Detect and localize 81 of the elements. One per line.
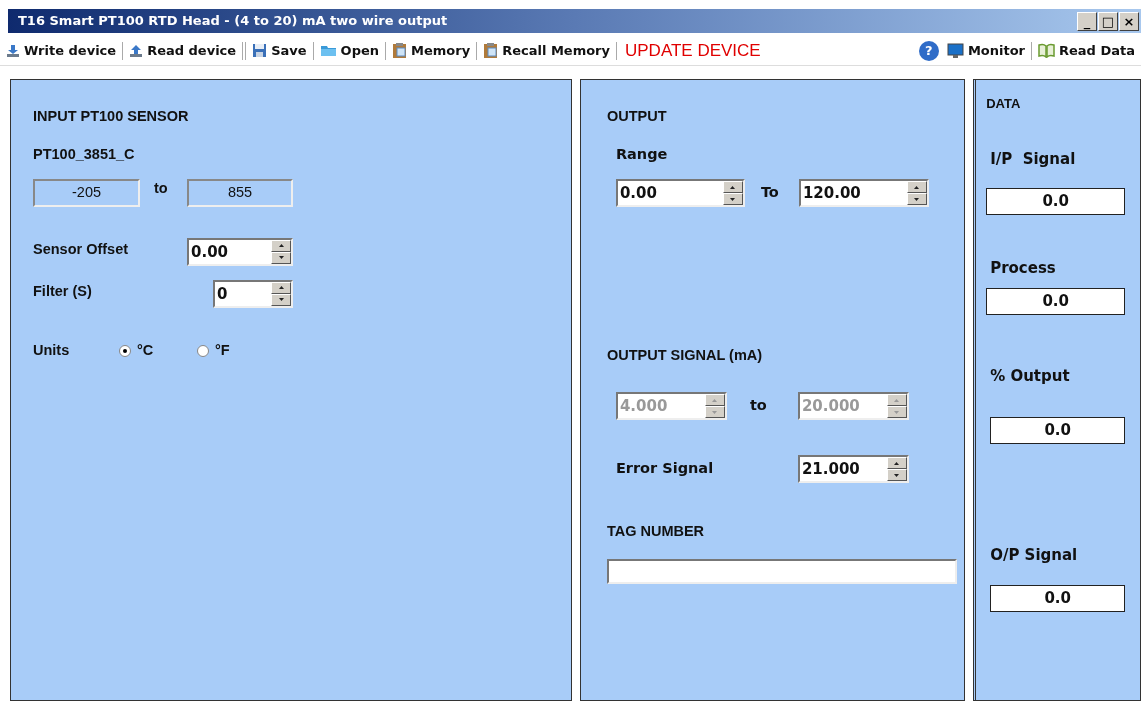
book-icon [1038, 43, 1055, 58]
toolbar-button[interactable]: Recall Memory [483, 40, 610, 61]
spin-arrow-button[interactable] [886, 469, 907, 481]
filter-spinner[interactable]: 0 [213, 279, 293, 308]
clipboard-icon [392, 42, 407, 59]
to-label: To [760, 183, 780, 203]
section-heading: INPUT PT100 SENSOR [33, 107, 189, 126]
reading-label: I/P Signal [990, 148, 1076, 170]
section-heading: OUTPUT SIGNAL (mA) [606, 346, 763, 365]
folder-icon [319, 44, 337, 57]
toolbar-button[interactable]: Read device [129, 40, 237, 61]
up-arrow-icon [730, 185, 736, 189]
down-arrow-icon [894, 473, 900, 477]
up-arrow-icon [914, 185, 920, 189]
up-arrow-icon [278, 286, 284, 290]
toolbar-button[interactable]: Save [252, 40, 307, 61]
section-heading: OUTPUT [606, 107, 667, 126]
upload-icon [129, 43, 144, 58]
toolbar-button[interactable]: Memory [392, 40, 471, 61]
spin-arrow-button[interactable] [271, 281, 291, 294]
clipboard-icon [483, 42, 499, 59]
reading-value: 0.0 [986, 188, 1126, 215]
window-control-button[interactable]: □ [1098, 11, 1118, 31]
sensor-offset-label: Sensor Offset [33, 239, 130, 259]
download-icon [6, 43, 20, 58]
range-low-box: -205 [33, 178, 140, 207]
down-arrow-icon [914, 197, 920, 201]
up-arrow-icon [278, 244, 284, 248]
spin-arrow-button[interactable] [906, 193, 927, 205]
sensor-offset-spinner[interactable]: 0.00 [187, 237, 293, 266]
filter-label: Filter (S) [33, 281, 93, 301]
reading-value: 0.0 [990, 584, 1126, 612]
tag-number-field[interactable] [606, 559, 957, 584]
reading-label: O/P Signal [990, 545, 1078, 566]
up-arrow-icon [894, 398, 900, 402]
down-arrow-icon [730, 197, 736, 201]
section-heading: DATA [986, 95, 1021, 113]
spin-arrow-button[interactable] [271, 239, 291, 252]
error-signal-spinner[interactable]: 21.000 [797, 455, 909, 483]
toolbar-button[interactable]: Open [319, 40, 379, 61]
reading-value: 0.0 [990, 417, 1126, 444]
spin-arrow-button[interactable] [704, 394, 725, 406]
units-label: Units [33, 340, 71, 360]
radio-button[interactable] [119, 344, 131, 357]
sensor-type: PT100_3851_C [33, 145, 135, 164]
reading-label: % Output [990, 365, 1070, 387]
toolbar-button[interactable]: Read Data [1038, 40, 1135, 61]
update-device-button[interactable]: UPDATE DEVICE [625, 37, 761, 64]
reading-value: 0.0 [986, 287, 1126, 315]
range-low-spinner[interactable]: 0.00 [615, 179, 745, 207]
help-button[interactable]: ? [918, 40, 939, 61]
down-arrow-icon [278, 298, 284, 302]
spin-arrow-button[interactable] [886, 457, 907, 469]
to-label: to [154, 179, 169, 198]
radio-option[interactable]: °F [197, 339, 230, 362]
error-signal-label: Error Signal [615, 459, 715, 479]
toolbar-button[interactable]: Write device [6, 40, 117, 61]
up-arrow-icon [712, 398, 718, 402]
up-arrow-icon [894, 461, 900, 465]
range-high-box: 855 [187, 178, 293, 207]
section-heading: TAG NUMBER [606, 522, 705, 541]
toolbar-button[interactable]: Monitor [946, 40, 1025, 61]
window-control-button[interactable]: × [1119, 11, 1139, 31]
spin-arrow-button[interactable] [722, 181, 743, 193]
range-label: Range [615, 145, 668, 164]
radio-option[interactable]: °C [119, 339, 197, 362]
spin-arrow-button[interactable] [886, 394, 907, 406]
down-arrow-icon [712, 410, 718, 414]
monitor-icon [946, 42, 964, 59]
window-title: T16 Smart PT100 RTD Head - (4 to 20) mA two wire output [18, 12, 448, 31]
spin-arrow-button[interactable] [886, 406, 907, 418]
to-label: to [749, 396, 768, 416]
range-high-spinner[interactable]: 120.00 [798, 179, 929, 207]
spin-arrow-button[interactable] [906, 181, 927, 193]
down-arrow-icon [894, 410, 900, 414]
spin-arrow-button[interactable] [704, 406, 725, 418]
reading-label: Process [990, 258, 1056, 279]
down-arrow-icon [278, 256, 284, 260]
window-control-button[interactable]: _ [1077, 11, 1097, 31]
spin-arrow-button[interactable] [722, 193, 743, 205]
radio-button[interactable] [197, 344, 209, 357]
